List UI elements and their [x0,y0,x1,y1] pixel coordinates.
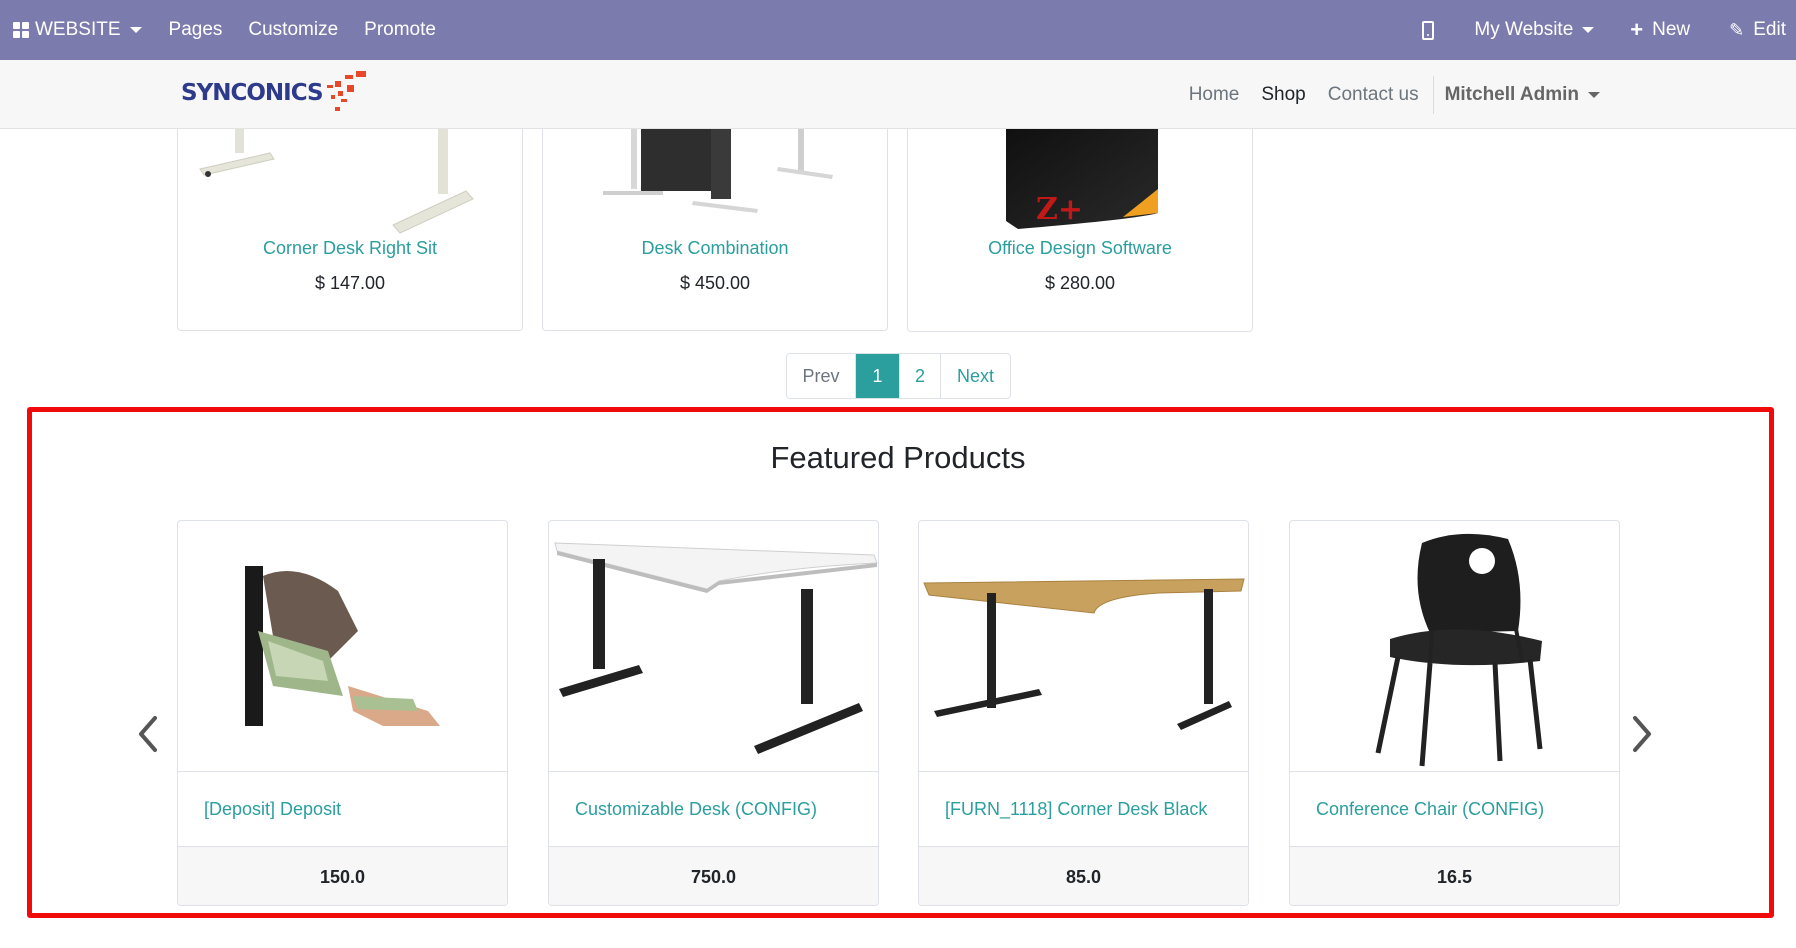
site-logo[interactable]: SYNCONICS [181,71,371,115]
pagination-prev[interactable]: Prev [787,354,855,398]
nav-shop[interactable]: Shop [1250,84,1316,106]
site-nav: Home Shop Contact us Mitchell Admin [1178,60,1796,129]
user-menu[interactable]: Mitchell Admin [1435,84,1611,106]
product-price: $ 450.00 [679,273,751,293]
product-card[interactable]: Desk Combination $ 450.00 [542,100,888,331]
nav-contact-us[interactable]: Contact us [1317,84,1430,106]
product-card[interactable]: Z+ Office Design Software $ 280.00 [907,100,1253,332]
nav-home[interactable]: Home [1178,84,1251,106]
pagination-page-1[interactable]: 1 [855,354,899,398]
app-label: WEBSITE [35,19,121,40]
apps-grid-icon [13,22,29,38]
pencil-icon: ✎ [1729,20,1745,40]
website-app-menu[interactable]: WEBSITE [0,0,156,60]
user-name: Mitchell Admin [1444,83,1579,105]
mobile-preview-button[interactable] [1409,0,1461,60]
mobile-icon [1422,20,1435,40]
logo-text: SYNCONICS [181,80,324,106]
caret-down-icon [129,27,142,33]
edit-button[interactable]: ✎ Edit [1716,0,1796,60]
pagination: Prev 1 2 Next [786,353,1011,399]
product-name[interactable]: Office Design Software [908,238,1252,259]
pagination-page-2[interactable]: 2 [899,354,940,398]
menu-promote[interactable]: Promote [351,0,449,60]
logo-mark-icon [325,71,371,115]
website-label: My Website [1474,19,1574,40]
product-price: $ 147.00 [314,273,386,293]
menu-customize[interactable]: Customize [235,0,351,60]
edit-label: Edit [1753,19,1786,40]
admin-navbar: WEBSITE Pages Customize Promote My Websi… [0,0,1796,60]
product-card[interactable]: Corner Desk Right Sit $ 147.00 [177,100,523,331]
product-name[interactable]: Corner Desk Right Sit [178,238,522,259]
nav-divider [1432,75,1434,114]
menu-pages[interactable]: Pages [156,0,236,60]
new-button[interactable]: + New [1617,0,1716,60]
caret-down-icon [1588,91,1600,98]
website-switcher[interactable]: My Website [1461,0,1617,60]
new-label: New [1652,19,1691,40]
caret-down-icon [1582,27,1595,33]
site-header: SYNCONICS Home Shop Contact us Mitchell … [0,60,1796,129]
product-price: $ 280.00 [1044,273,1116,293]
pagination-next[interactable]: Next [940,354,1010,398]
plus-icon: + [1630,17,1644,42]
highlight-annotation-box [27,407,1774,918]
product-name[interactable]: Desk Combination [543,238,887,259]
svg-text:Z+: Z+ [1036,192,1083,227]
